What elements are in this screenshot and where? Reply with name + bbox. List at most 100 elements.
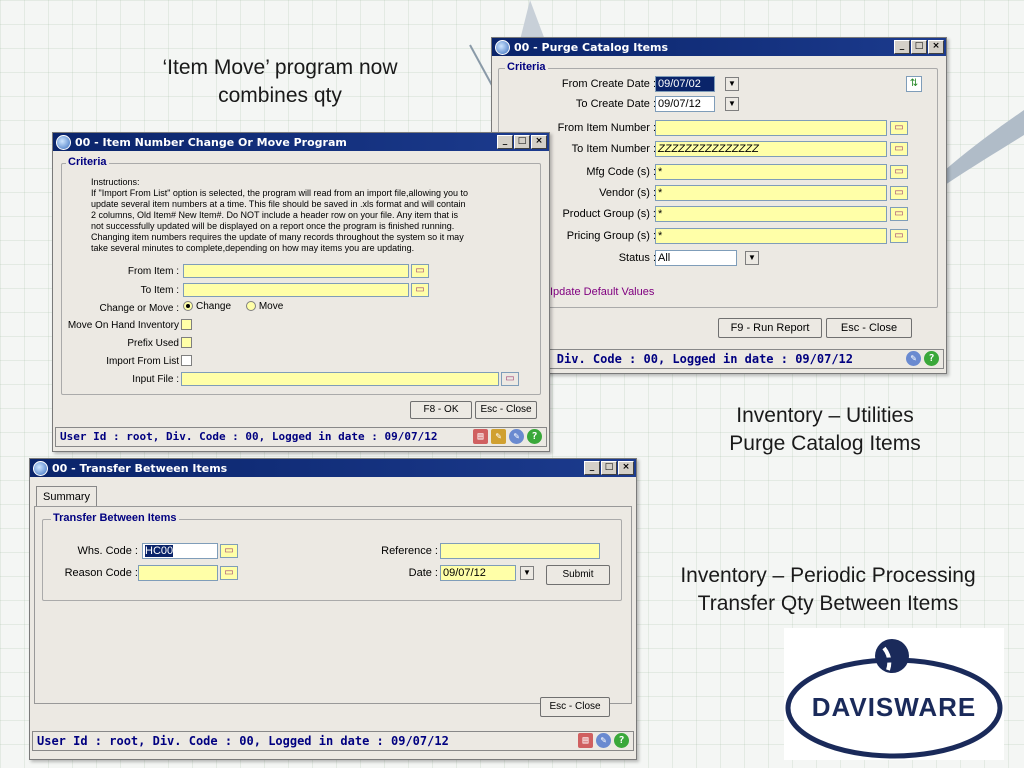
folder-icon[interactable]: ▭ <box>501 372 519 386</box>
instruction-line: Changing item numbers requires the updat… <box>91 232 464 242</box>
move-radio[interactable]: Move <box>245 301 283 312</box>
update-default-values-link[interactable]: Ipdate Default Values <box>550 286 654 298</box>
folder-icon[interactable]: ▭ <box>890 186 908 200</box>
close-button[interactable]: Esc - Close <box>826 318 912 338</box>
user-settings-icon[interactable]: ✎ <box>596 733 611 748</box>
input-file-field[interactable] <box>181 372 499 386</box>
caption-line: Inventory – Periodic Processing <box>680 564 976 587</box>
instruction-line: Instructions: <box>91 177 140 187</box>
tab-summary[interactable]: Summary <box>36 486 98 507</box>
product-group-field[interactable]: * <box>655 206 887 222</box>
instruction-line: 2 columns, Old Item# New Item#. Do NOT i… <box>91 210 458 220</box>
mfg-code-field[interactable]: * <box>655 164 887 180</box>
folder-icon[interactable]: ▭ <box>220 566 238 580</box>
close-icon[interactable]: × <box>618 461 634 475</box>
pricing-group-field[interactable]: * <box>655 228 887 244</box>
folder-icon[interactable]: ▭ <box>890 142 908 156</box>
folder-icon[interactable]: ▭ <box>411 264 429 278</box>
edit-icon[interactable]: ✎ <box>491 429 506 444</box>
help-icon[interactable]: ? <box>527 429 542 444</box>
mfg-code-label: Mfg Code (s) : <box>586 166 656 178</box>
folder-icon[interactable]: ▭ <box>890 207 908 221</box>
run-report-button[interactable]: F9 - Run Report <box>718 318 822 338</box>
refresh-icon[interactable]: ⇅ <box>906 76 922 92</box>
vendor-label: Vendor (s) : <box>599 187 656 199</box>
move-on-hand-checkbox[interactable] <box>181 319 192 330</box>
from-create-date-label: From Create Date : <box>561 78 656 90</box>
from-item-label: From Item : <box>127 266 179 277</box>
whs-code-field[interactable]: HC00 <box>142 543 218 559</box>
chevron-down-icon[interactable]: ▼ <box>725 97 739 111</box>
folder-icon[interactable]: ▭ <box>220 544 238 558</box>
app-icon <box>56 134 71 150</box>
status-text: User Id : root, Div. Code : 00, Logged i… <box>60 430 438 443</box>
folder-icon[interactable]: ▭ <box>411 283 429 297</box>
reason-code-field[interactable] <box>138 565 218 581</box>
report-icon[interactable]: ▤ <box>578 733 593 748</box>
change-radio[interactable]: Change <box>183 301 231 312</box>
to-item-field[interactable] <box>183 283 409 297</box>
group-title: Criteria <box>66 156 109 168</box>
maximize-icon[interactable]: □ <box>514 135 530 149</box>
minimize-icon[interactable]: _ <box>497 135 513 149</box>
report-icon[interactable]: ▤ <box>473 429 488 444</box>
to-create-date-label: To Create Date : <box>575 98 656 110</box>
to-item-field[interactable]: ZZZZZZZZZZZZZZZ <box>655 141 887 157</box>
caption-transfer: Inventory – Periodic Processing Transfer… <box>660 562 996 618</box>
maximize-icon[interactable]: □ <box>601 461 617 475</box>
caption-line: Transfer Qty Between Items <box>697 592 959 615</box>
reference-label: Reference : <box>381 545 438 557</box>
whs-code-value: HC00 <box>145 545 174 557</box>
from-item-field[interactable] <box>183 264 409 278</box>
chevron-down-icon[interactable]: ▼ <box>520 566 534 580</box>
caption-purge: Inventory – Utilities Purge Catalog Item… <box>690 402 960 458</box>
to-create-date-field[interactable]: 09/07/12 <box>655 96 715 112</box>
from-create-date-field[interactable]: 09/07/02 <box>655 76 715 92</box>
group-title: Criteria <box>505 61 548 73</box>
chevron-down-icon[interactable]: ▼ <box>745 251 759 265</box>
submit-button[interactable]: Submit <box>546 565 610 585</box>
input-file-label: Input File : <box>132 374 179 385</box>
app-icon <box>33 460 48 476</box>
date-field[interactable]: 09/07/12 <box>440 565 516 581</box>
instructions: Instructions: If "Import From List" opti… <box>91 177 531 254</box>
radio-icon <box>245 301 256 312</box>
close-icon[interactable]: × <box>531 135 547 149</box>
chevron-down-icon[interactable]: ▼ <box>725 77 739 91</box>
status-select[interactable]: All <box>655 250 737 266</box>
user-settings-icon[interactable]: ✎ <box>906 351 921 366</box>
to-item-label: To Item Number : <box>571 143 656 155</box>
folder-icon[interactable]: ▭ <box>890 121 908 135</box>
change-or-move-label: Change or Move : <box>99 303 180 314</box>
ok-button[interactable]: F8 - OK <box>410 401 472 419</box>
minimize-icon[interactable]: _ <box>584 461 600 475</box>
maximize-icon[interactable]: □ <box>911 40 927 54</box>
prefix-used-checkbox[interactable] <box>181 337 192 348</box>
close-button[interactable]: Esc - Close <box>475 401 537 419</box>
import-from-list-checkbox[interactable] <box>181 355 192 366</box>
folder-icon[interactable]: ▭ <box>890 229 908 243</box>
user-settings-icon[interactable]: ✎ <box>509 429 524 444</box>
minimize-icon[interactable]: _ <box>894 40 910 54</box>
close-button[interactable]: Esc - Close <box>540 697 610 717</box>
pricing-group-label: Pricing Group (s) : <box>566 230 656 242</box>
help-icon[interactable]: ? <box>614 733 629 748</box>
transfer-window: 00 - Transfer Between Items _ □ × Summar… <box>29 458 637 760</box>
caption-line: Inventory – Utilities <box>736 404 914 427</box>
close-icon[interactable]: × <box>928 40 944 54</box>
window-title: 00 - Item Number Change Or Move Program <box>75 135 347 149</box>
folder-icon[interactable]: ▭ <box>890 165 908 179</box>
product-group-label: Product Group (s) : <box>562 208 656 220</box>
app-icon <box>495 39 510 55</box>
help-icon[interactable]: ? <box>924 351 939 366</box>
caption-line: Purge Catalog Items <box>729 432 921 455</box>
vendor-field[interactable]: * <box>655 185 887 201</box>
from-item-field[interactable] <box>655 120 887 136</box>
caption-line: combines qty <box>218 84 342 107</box>
from-item-label: From Item Number : <box>557 122 656 134</box>
transfer-group: Transfer Between Items <box>42 512 622 601</box>
reference-field[interactable] <box>440 543 600 559</box>
davisware-logo: DAVISWARE <box>784 628 1004 760</box>
caption-item-move: ‘Item Move’ program now combines qty <box>120 54 440 110</box>
purge-titlebar: 00 - Purge Catalog Items _ □ × <box>492 38 946 56</box>
